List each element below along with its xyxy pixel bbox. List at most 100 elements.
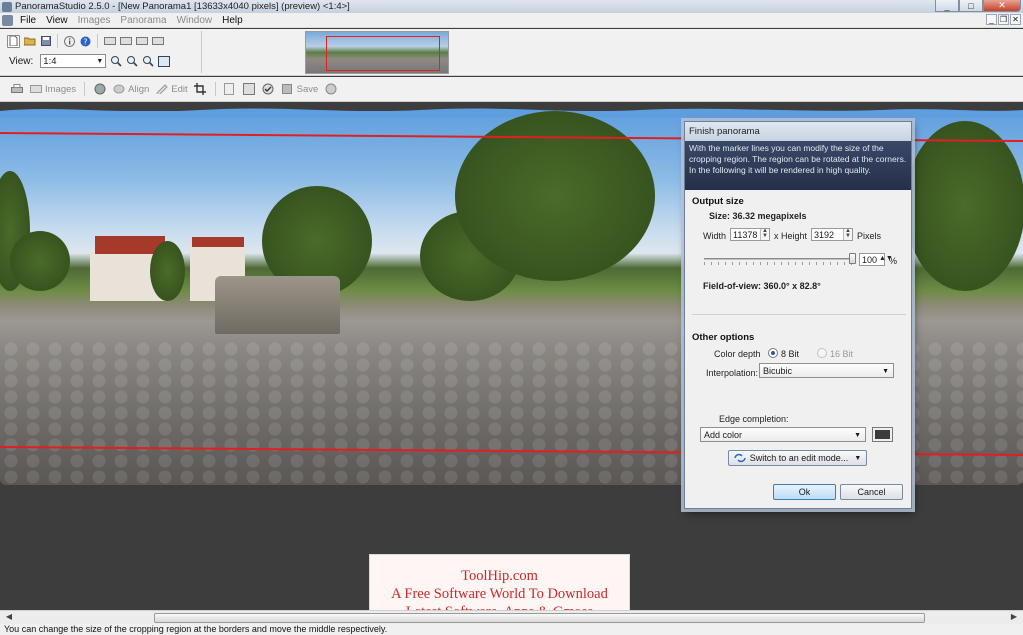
mdi-minimize-button[interactable]: _ — [986, 14, 997, 25]
image-adjust-icon[interactable] — [135, 35, 148, 48]
edge-completion-select[interactable]: Add color ▼ — [700, 427, 866, 442]
color-depth-label: Color depth — [714, 349, 761, 359]
web-export-icon[interactable] — [324, 83, 337, 96]
watermark-line-1: ToolHip.com — [461, 568, 538, 584]
stone-monument — [215, 276, 340, 334]
toolbar-separator — [97, 34, 98, 48]
edge-color-fill — [875, 430, 890, 439]
toolbar-separator — [84, 82, 86, 96]
finish-icon[interactable] — [262, 83, 275, 96]
edge-completion-value: Add color — [704, 429, 743, 440]
edge-color-swatch[interactable] — [872, 427, 893, 442]
save-button[interactable]: Save — [281, 83, 318, 96]
spin-arrows-icon[interactable]: ▲▼ — [760, 228, 769, 240]
output-size-section: Output size — [692, 196, 906, 207]
edit-button-label: Edit — [171, 83, 188, 95]
percent-value: 100 — [862, 254, 878, 265]
radio-16bit[interactable] — [817, 348, 827, 358]
output-size-title: Output size — [692, 196, 744, 207]
spin-arrows-icon[interactable]: ▲▼ — [843, 228, 852, 240]
switch-edit-mode-button[interactable]: Switch to an edit mode... ▼ — [728, 450, 867, 466]
tree — [150, 241, 185, 301]
window-title: PanoramaStudio 2.5.0 - [New Panorama1 [1… — [15, 1, 350, 12]
render-icon[interactable] — [243, 83, 256, 96]
menu-images[interactable]: Images — [73, 15, 116, 26]
size-slider[interactable] — [704, 253, 856, 265]
mdi-close-button[interactable]: ✕ — [1010, 14, 1021, 25]
field-of-view-text: Field-of-view: 360.0° x 82.8° — [703, 281, 821, 291]
width-label: Width — [703, 231, 727, 241]
panorama-thumbnail[interactable] — [305, 31, 449, 74]
zoom-out-icon[interactable] — [125, 55, 138, 68]
images-icon — [29, 83, 42, 96]
minimize-button[interactable]: _ — [935, 0, 959, 12]
height-value: 3192 — [814, 229, 835, 240]
scroll-left-icon[interactable]: ◀ — [2, 612, 16, 624]
ok-button-label: Ok — [798, 487, 811, 497]
image-settings-icon[interactable] — [151, 35, 164, 48]
open-folder-icon[interactable] — [23, 35, 36, 48]
crop-icon[interactable] — [194, 83, 207, 96]
mdi-restore-button[interactable]: ❐ — [998, 14, 1009, 25]
thumbnail-view-frame[interactable] — [326, 36, 440, 71]
menu-window[interactable]: Window — [172, 15, 218, 26]
horizontal-scrollbar[interactable]: ◀ ▶ — [0, 610, 1023, 624]
toolbar-group: ? View: 1:4 ▼ — [4, 31, 202, 73]
toolbar-row-view: View: 1:4 ▼ — [4, 51, 201, 71]
radio-8bit-label: 8 Bit — [781, 349, 800, 359]
tree — [905, 121, 1023, 291]
other-options-title: Other options — [692, 332, 755, 343]
height-input[interactable]: 3192 ▲ ▼ — [811, 228, 853, 241]
interpolation-select[interactable]: Bicubic ▼ — [759, 363, 894, 378]
printer-icon[interactable] — [10, 83, 23, 96]
image-rotate-icon[interactable] — [103, 35, 116, 48]
info-icon[interactable] — [63, 35, 76, 48]
export-icon[interactable] — [224, 83, 237, 96]
menu-panorama[interactable]: Panorama — [115, 15, 171, 26]
radio-8bit[interactable] — [768, 348, 778, 358]
scrollbar-thumb[interactable] — [154, 613, 925, 623]
image-flip-icon[interactable] — [119, 35, 132, 48]
align-button-label: Align — [128, 83, 150, 95]
cancel-button-label: Cancel — [857, 487, 886, 497]
cancel-button[interactable]: Cancel — [840, 484, 903, 500]
interpolation-value: Bicubic — [763, 365, 793, 376]
window-controls: _ □ ✕ — [935, 0, 1021, 12]
fullscreen-icon[interactable] — [157, 55, 170, 68]
close-button[interactable]: ✕ — [983, 0, 1021, 12]
zoom-in-icon[interactable] — [109, 55, 122, 68]
stitch-icon[interactable] — [93, 83, 106, 96]
house-roof — [192, 237, 244, 247]
menu-view[interactable]: View — [41, 15, 73, 26]
images-button[interactable]: Images — [29, 83, 76, 96]
menu-help[interactable]: Help — [217, 15, 248, 26]
scroll-right-icon[interactable]: ▶ — [1007, 612, 1021, 624]
app-icon — [2, 1, 12, 12]
edit-mode-icon — [734, 453, 746, 463]
view-zoom-select[interactable]: 1:4 ▼ — [40, 54, 107, 68]
slider-ticks — [704, 262, 856, 265]
new-icon[interactable] — [7, 34, 20, 48]
percent-unit: % — [889, 256, 898, 266]
height-label: x Height — [774, 231, 808, 241]
chevron-down-icon: ▼ — [882, 368, 889, 375]
menu-bar: File View Images Panorama Window Help _ … — [0, 13, 1023, 28]
maximize-button[interactable]: □ — [959, 0, 983, 12]
ok-button[interactable]: Ok — [773, 484, 836, 500]
edit-button[interactable]: Edit — [155, 83, 188, 96]
slider-thumb[interactable] — [849, 253, 856, 264]
width-input[interactable]: 11378 ▲ ▼ — [730, 228, 770, 241]
save-disk-icon[interactable] — [39, 35, 52, 48]
workflow-toolbar: Images Align Edit Save — [0, 77, 1023, 102]
chevron-down-icon: ▼ — [96, 58, 104, 65]
slider-track — [704, 258, 856, 260]
align-button[interactable]: Align — [112, 83, 149, 96]
help-icon[interactable]: ? — [79, 35, 92, 48]
pixels-label: Pixels — [857, 231, 882, 241]
title-bar: PanoramaStudio 2.5.0 - [New Panorama1 [1… — [0, 0, 1023, 13]
menu-file[interactable]: File — [15, 15, 41, 26]
zoom-fit-icon[interactable] — [141, 55, 154, 68]
document-icon[interactable] — [2, 14, 13, 26]
panorama-top-edge — [0, 108, 1023, 117]
mdi-controls: _ ❐ ✕ — [986, 14, 1021, 25]
